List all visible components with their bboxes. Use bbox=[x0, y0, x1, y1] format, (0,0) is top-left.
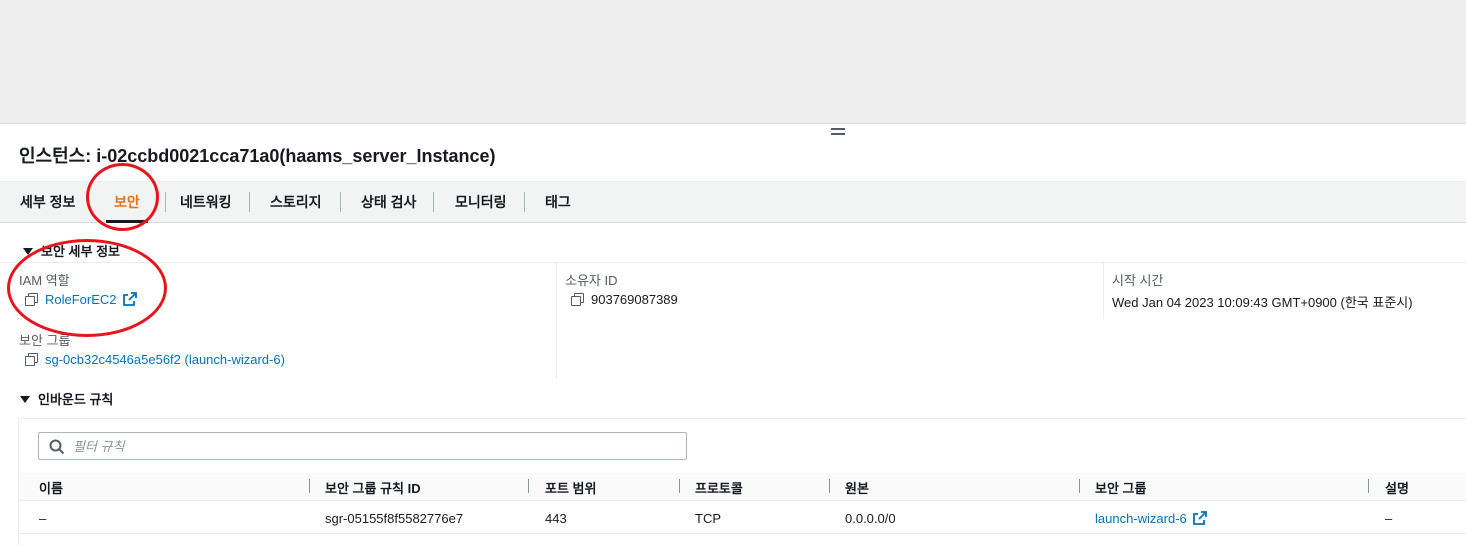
owner-id-text: 903769087389 bbox=[591, 292, 678, 307]
security-groups-value: sg-0cb32c4546a5e56f2 (launch-wizard-6) bbox=[25, 352, 285, 367]
column-resize-handle[interactable] bbox=[679, 479, 680, 493]
inbound-rules-header: 인바운드 규칙 bbox=[38, 392, 114, 407]
column-divider bbox=[556, 263, 557, 379]
external-link-icon[interactable] bbox=[1192, 511, 1207, 525]
column-resize-handle[interactable] bbox=[1079, 479, 1080, 493]
owner-id-value: 903769087389 bbox=[571, 292, 678, 307]
column-header-source[interactable]: 원본 bbox=[845, 478, 869, 497]
launch-time-value: Wed Jan 04 2023 10:09:43 GMT+0900 (한국 표준… bbox=[1112, 295, 1413, 310]
caret-down-icon bbox=[20, 396, 30, 403]
owner-id-label: 소유자 ID bbox=[565, 273, 618, 288]
tab-separator bbox=[165, 192, 166, 212]
column-divider bbox=[1103, 263, 1104, 319]
copy-icon[interactable] bbox=[25, 353, 38, 366]
column-header-port-range[interactable]: 포트 범위 bbox=[545, 478, 596, 497]
column-header-protocol[interactable]: 프로토콜 bbox=[695, 478, 743, 497]
top-blank-area bbox=[0, 0, 1466, 124]
column-header-security-group[interactable]: 보안 그룹 bbox=[1095, 478, 1146, 497]
column-resize-handle[interactable] bbox=[528, 479, 529, 493]
column-header-name[interactable]: 이름 bbox=[39, 478, 63, 497]
annotation-circle-security-tab bbox=[86, 163, 159, 231]
divider bbox=[0, 262, 1466, 263]
row-divider bbox=[19, 533, 1466, 534]
cell-security-group: launch-wizard-6 bbox=[1095, 511, 1207, 526]
filter-rules-input[interactable] bbox=[73, 437, 673, 455]
resize-handle-icon[interactable] bbox=[831, 128, 845, 136]
column-header-rule-id[interactable]: 보안 그룹 규칙 ID bbox=[325, 478, 421, 497]
page-title: 인스턴스: i-02ccbd0021cca71a0(haams_server_I… bbox=[19, 146, 496, 166]
tab-storage[interactable]: 스토리지 bbox=[270, 182, 322, 223]
cell-port-range: 443 bbox=[545, 511, 567, 526]
search-icon bbox=[49, 439, 65, 455]
security-group-link[interactable]: sg-0cb32c4546a5e56f2 (launch-wizard-6) bbox=[45, 352, 285, 367]
column-header-description[interactable]: 설명 bbox=[1385, 478, 1409, 497]
tab-details[interactable]: 세부 정보 bbox=[20, 182, 75, 223]
inbound-rules-toggle[interactable]: 인바운드 규칙 bbox=[20, 389, 113, 408]
cell-name: – bbox=[39, 511, 47, 526]
security-group-link[interactable]: launch-wizard-6 bbox=[1095, 511, 1187, 526]
launch-time-label: 시작 시간 bbox=[1112, 273, 1164, 288]
tab-separator bbox=[340, 192, 341, 212]
copy-icon[interactable] bbox=[571, 293, 584, 306]
cell-rule-id: sgr-05155f8f5582776e7 bbox=[325, 511, 464, 526]
cell-source: 0.0.0.0/0 bbox=[845, 511, 896, 526]
tab-tags[interactable]: 태그 bbox=[545, 182, 571, 223]
filter-rules-search[interactable] bbox=[38, 432, 687, 460]
cell-description: – bbox=[1385, 511, 1393, 526]
column-resize-handle[interactable] bbox=[829, 479, 830, 493]
tab-bar: 세부 정보 보안 네트워킹 스토리지 상태 검사 모니터링 태그 bbox=[0, 181, 1466, 223]
column-resize-handle[interactable] bbox=[1368, 479, 1369, 493]
annotation-circle-iam-role bbox=[7, 239, 167, 337]
tab-status-checks[interactable]: 상태 검사 bbox=[361, 182, 416, 223]
tab-separator bbox=[433, 192, 434, 212]
tab-monitoring[interactable]: 모니터링 bbox=[455, 182, 507, 223]
cell-protocol: TCP bbox=[695, 511, 721, 526]
tab-networking[interactable]: 네트워킹 bbox=[180, 182, 232, 223]
tab-separator bbox=[524, 192, 525, 212]
column-resize-handle[interactable] bbox=[309, 479, 310, 493]
tab-separator bbox=[249, 192, 250, 212]
